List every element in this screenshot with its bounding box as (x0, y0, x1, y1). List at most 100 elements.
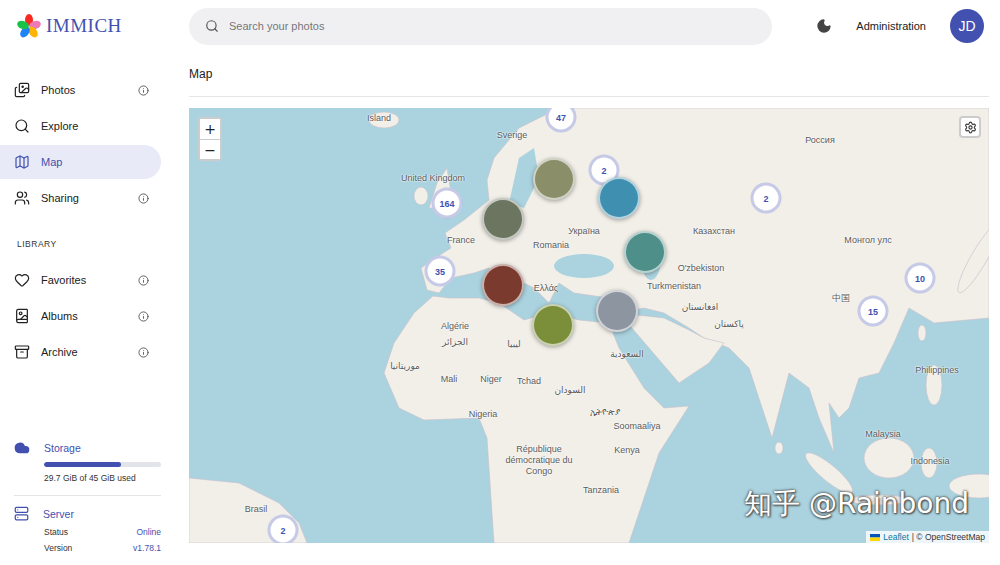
server-title: Server (43, 508, 74, 520)
search-field[interactable]: Search your photos (189, 8, 772, 45)
search-icon (205, 19, 219, 33)
map-label: United Kingdom (401, 173, 465, 184)
sidebar-item[interactable]: Albums (0, 299, 161, 333)
sidebar-nav: Photos Explore MapSharingLIBRARY Favorites A… (0, 73, 178, 371)
attribution-text: | © OpenStreetMap (912, 532, 985, 542)
map-label: O'zbekiston (678, 263, 725, 274)
sidebar: Photos Explore MapSharingLIBRARY Favorites A… (0, 52, 178, 565)
storage-bar-fill (44, 462, 121, 467)
map-label: Монгол улс (844, 235, 891, 246)
sidebar-item[interactable]: Archive (0, 335, 161, 369)
info-icon[interactable] (138, 311, 149, 322)
cluster-marker[interactable]: 2 (751, 183, 782, 214)
library-heading: LIBRARY (0, 217, 178, 263)
storage-panel: Storage29.7 GiB of 45 GiB used (14, 440, 161, 496)
map-label: Россия (805, 135, 835, 146)
sidebar-item[interactable]: Explore (0, 109, 161, 143)
server-row-value: v1.78.1 (133, 543, 161, 553)
map-label: افغانستان (682, 302, 719, 313)
sidebar-item-label: Explore (41, 120, 149, 132)
map-label: ኢትዮጵያ (590, 407, 620, 418)
zoom-in-button[interactable]: + (200, 119, 220, 139)
app: IMMICHSearch your photos Administration JD… (0, 0, 1000, 565)
photo-marker[interactable] (533, 158, 575, 200)
sidebar-item-icon (14, 190, 30, 206)
gear-icon (964, 121, 977, 134)
photo-marker[interactable] (482, 198, 524, 240)
sidebar-item-icon (14, 82, 30, 98)
sidebar-status: Storage29.7 GiB of 45 GiB used Server Stat… (0, 440, 161, 553)
cloud-icon (14, 440, 30, 456)
cluster-marker[interactable]: 35 (425, 256, 456, 287)
info-icon[interactable] (138, 193, 149, 204)
map-label: Tchad (517, 376, 541, 387)
map-label: Kenya (614, 445, 640, 456)
map-label: Sverige (497, 130, 528, 141)
map-label: République démocratique du Congo (491, 444, 587, 477)
flag-icon (870, 534, 880, 541)
sidebar-item[interactable]: Favorites (0, 263, 161, 297)
photo-marker[interactable] (482, 264, 524, 306)
sidebar-item-label: Archive (41, 346, 127, 358)
map-label: Ελλάς (534, 283, 558, 294)
map-label: Malaysia (865, 429, 901, 440)
photo-marker[interactable] (624, 231, 666, 273)
map-label: پاکستان (714, 319, 744, 330)
sidebar-item[interactable]: Photos (0, 73, 161, 107)
map-label: الجزائر (442, 337, 468, 348)
sidebar-item-label: Favorites (41, 274, 127, 286)
watermark: 知乎 @Rainbond (744, 485, 969, 523)
sidebar-item[interactable]: Map (0, 145, 161, 179)
server-icon (14, 506, 29, 521)
map-label: Brasil (245, 504, 268, 515)
map-label: موريتانيا (390, 361, 420, 372)
photo-marker[interactable] (532, 304, 574, 346)
leaflet-link[interactable]: Leaflet (883, 532, 909, 542)
map-label: Nigeria (469, 409, 498, 420)
sidebar-item-icon (14, 272, 30, 288)
map-label: ليبيا (507, 339, 521, 350)
map-label: Romania (533, 240, 569, 251)
sidebar-item-icon (14, 118, 30, 134)
info-icon[interactable] (138, 85, 149, 96)
map-label: France (447, 235, 475, 246)
map-attribution: Leaflet| © OpenStreetMap (866, 531, 989, 543)
moon-icon[interactable] (816, 18, 832, 34)
cluster-marker[interactable]: 2 (268, 515, 299, 544)
map-label: Україна (568, 226, 600, 237)
page-title-bar: Map (189, 52, 989, 97)
administration-link[interactable]: Administration (852, 20, 930, 32)
sidebar-item-label: Photos (41, 84, 127, 96)
photo-marker[interactable] (596, 290, 638, 332)
photo-marker[interactable] (598, 177, 640, 219)
map-label: Turkmenistan (647, 281, 701, 292)
sidebar-item[interactable]: Sharing (0, 181, 161, 215)
zoom-out-button[interactable]: − (200, 139, 220, 159)
info-icon[interactable] (138, 275, 149, 286)
server-row: StatusOnline (44, 527, 161, 537)
logo[interactable]: IMMICH (16, 13, 189, 39)
zoom-control: +− (198, 117, 222, 161)
sidebar-item-label: Albums (41, 310, 127, 322)
storage-bar (44, 462, 161, 467)
map-label: Philippines (915, 365, 959, 376)
page-title: Map (189, 67, 212, 81)
map-label: Soomaaliya (613, 421, 660, 432)
map-label: السعودية (610, 349, 644, 360)
map-label: Казахстан (693, 226, 735, 237)
sidebar-item-icon (14, 308, 30, 324)
cluster-marker[interactable]: 10 (905, 263, 936, 294)
map-label: Tanzania (583, 485, 619, 496)
map-label: Niger (480, 374, 502, 385)
cluster-marker[interactable]: 164 (432, 188, 463, 219)
map-label: Island (367, 113, 391, 124)
body: PhotosExploreMapSharingLIBRARYFavoritesA… (0, 52, 1000, 565)
user-avatar[interactable]: JD (950, 9, 984, 43)
map-settings-button[interactable] (959, 116, 981, 138)
header-actions: Administration JD (816, 9, 984, 43)
info-icon[interactable] (138, 347, 149, 358)
cluster-marker[interactable]: 15 (858, 296, 889, 327)
top-bar: IMMICHSearch your photos Administration JD (0, 0, 1000, 52)
map[interactable]: Island Sverige Россия United Kingdom France R… (189, 108, 989, 543)
server-row-value: Online (136, 527, 161, 537)
